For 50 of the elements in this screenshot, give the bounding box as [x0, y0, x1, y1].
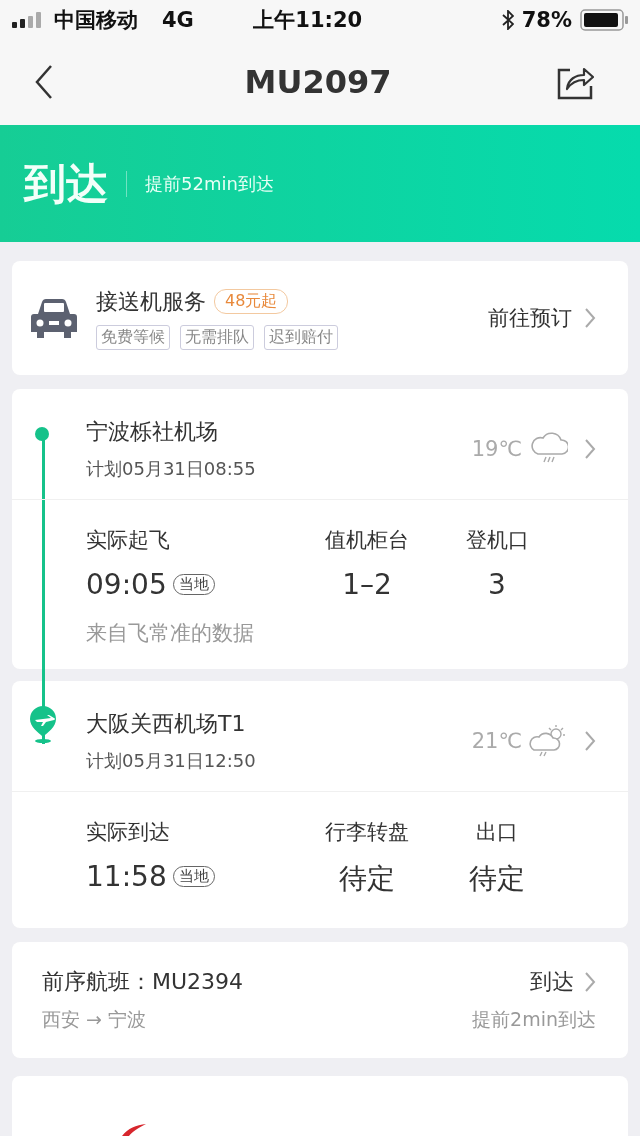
route-text: 西安 → 宁波	[42, 1007, 147, 1033]
stat-value: 1–2	[342, 568, 392, 602]
battery-icon	[580, 8, 628, 31]
plane-pin-icon	[28, 705, 58, 744]
chevron-icon	[584, 730, 596, 753]
clock-time: 上午11:20	[253, 6, 363, 34]
data-source-note: 来自飞常准的数据	[85, 620, 255, 648]
stat-label: 实际到达	[86, 819, 171, 847]
stat-label: 行李转盘	[325, 819, 409, 847]
airline-logo-icon	[120, 1124, 146, 1136]
stat-label: 实际起飞	[86, 527, 171, 555]
feature-tag: 迟到赔付	[264, 324, 338, 350]
stat-label: 登机口	[465, 527, 529, 555]
bluetooth-icon	[501, 9, 514, 30]
carrier-name: 中国移动	[54, 6, 138, 34]
price-tag: 48元起	[214, 289, 289, 315]
temperature: 19℃	[471, 437, 522, 462]
page-title: MU2097	[244, 63, 392, 102]
timeline-dot	[35, 427, 49, 442]
service-card[interactable]: 接送机服务 48元起 免费等候 无需排队 迟到赔付 前往预订	[12, 260, 628, 376]
stat-value: 09:05	[86, 568, 167, 602]
temperature: 21℃	[471, 729, 522, 754]
chevron-icon	[584, 307, 596, 330]
stat-value: 11:58	[86, 860, 167, 894]
chevron-icon	[584, 971, 596, 994]
feature-tag: 免费等候	[96, 324, 170, 350]
battery-percent: 78%	[521, 7, 572, 32]
status-note: 提前2min到达	[472, 1007, 596, 1033]
chevron-icon	[584, 438, 596, 461]
book-link[interactable]: 前往预订	[488, 304, 572, 333]
sun-cloud-icon	[528, 724, 568, 759]
flight-status: 到达	[530, 968, 574, 997]
airport-name: 大阪关西机场T1	[86, 710, 247, 739]
feature-tag: 无需排队	[180, 324, 254, 350]
flight-status: 到达	[24, 157, 108, 210]
planned-time: 计划05月31日08:55	[86, 457, 257, 482]
airport-name: 宁波栎社机场	[86, 418, 219, 447]
stat-label: 值机柜台	[325, 527, 409, 555]
car-icon	[30, 296, 78, 341]
stat-value: 3	[488, 568, 506, 602]
network-type: 4G	[162, 7, 194, 32]
planned-time: 计划05月31日12:50	[86, 749, 257, 774]
back-icon[interactable]	[34, 64, 54, 101]
status-note: 提前52min到达	[145, 171, 274, 196]
stat-value: 待定	[339, 861, 395, 898]
previous-flight-label: 前序航班：MU2394	[42, 968, 244, 997]
stat-value: 待定	[469, 861, 525, 898]
previous-flight-card[interactable]: 前序航班：MU2394 西安 → 宁波 到达 提前2min到达	[12, 942, 628, 1058]
service-title: 接送机服务	[96, 287, 206, 316]
stat-label: 出口	[476, 819, 518, 847]
